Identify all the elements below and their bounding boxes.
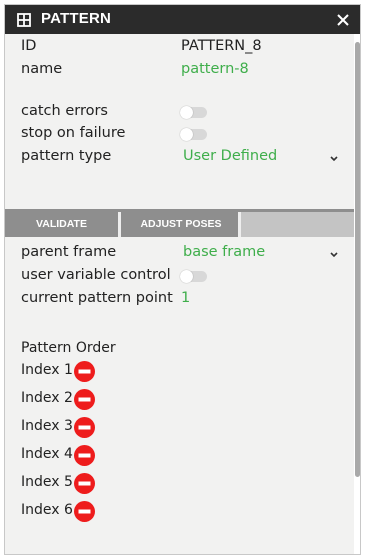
adjust-poses-button[interactable]: ADJUST POSES (122, 212, 240, 237)
stop-on-failure-toggle[interactable] (180, 128, 207, 141)
list-item: Index 6 (21, 502, 73, 518)
list-item: Index 1 (21, 362, 73, 378)
chevron-down-icon[interactable] (329, 251, 339, 259)
current-pattern-point-value: 1 (181, 290, 191, 306)
scrollbar-thumb[interactable] (355, 42, 360, 477)
current-pattern-point-label: current pattern point (21, 290, 173, 306)
chevron-down-icon[interactable] (329, 155, 339, 163)
name-label: name (21, 61, 63, 77)
list-item: Index 5 (21, 474, 73, 490)
stop-on-failure-label: stop on failure (21, 125, 126, 141)
remove-icon[interactable] (74, 501, 95, 522)
grid-icon (17, 13, 31, 27)
id-label: ID (21, 38, 37, 54)
list-item: Index 2 (21, 390, 73, 406)
remove-icon[interactable] (74, 417, 95, 438)
id-value: PATTERN_8 (181, 38, 262, 54)
empty-button-slot (241, 212, 354, 237)
pattern-type-label: pattern type (21, 148, 112, 164)
pattern-type-select[interactable]: User Defined (183, 148, 277, 164)
button-divider (118, 212, 121, 237)
name-value[interactable]: pattern-8 (181, 61, 249, 77)
user-variable-control-toggle[interactable] (180, 270, 207, 283)
catch-errors-toggle[interactable] (180, 106, 207, 119)
remove-icon[interactable] (74, 473, 95, 494)
action-button-bar: VALIDATE ADJUST POSES (5, 209, 354, 237)
validate-button[interactable]: VALIDATE (5, 212, 118, 237)
list-item: Index 4 (21, 446, 73, 462)
user-variable-control-label: user variable control (21, 267, 171, 283)
parent-frame-select[interactable]: base frame (183, 244, 265, 260)
parent-frame-label: parent frame (21, 244, 117, 260)
remove-icon[interactable] (74, 389, 95, 410)
remove-icon[interactable] (74, 445, 95, 466)
pattern-order-heading: Pattern Order (21, 340, 116, 356)
panel-titlebar: PATTERN (5, 5, 360, 34)
close-icon[interactable] (336, 13, 350, 27)
panel-title: PATTERN (41, 10, 112, 27)
pattern-panel: PATTERN ID PATTERN_8 name pattern-8 catc… (4, 4, 361, 555)
catch-errors-label: catch errors (21, 103, 108, 119)
remove-icon[interactable] (74, 361, 95, 382)
list-item: Index 3 (21, 418, 73, 434)
